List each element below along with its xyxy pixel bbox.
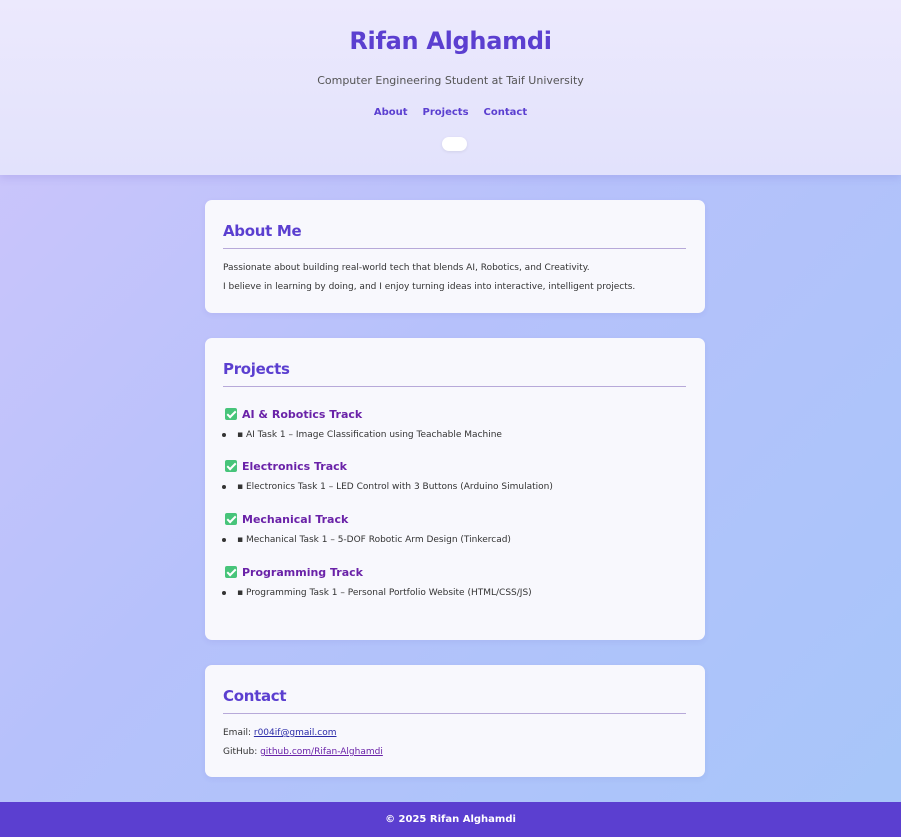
footer-text: © 2025 Rifan Alghamdi (385, 814, 516, 825)
contact-email-row: Email: r004if@gmail.com (223, 724, 686, 743)
nav-link-about[interactable]: About (374, 107, 408, 118)
main-nav: About Projects Contact (0, 107, 901, 118)
track-programming: Programming Track ▪ Programming Task 1 –… (222, 564, 686, 601)
track-mechanical: Mechanical Track ▪ Mechanical Task 1 – 5… (222, 511, 686, 548)
task-item: ▪ Electronics Task 1 – LED Control with … (222, 479, 686, 495)
track-title: Programming Track (223, 564, 686, 580)
check-icon (225, 408, 237, 420)
task-item: ▪ Mechanical Task 1 – 5-DOF Robotic Arm … (222, 532, 686, 548)
site-header: Rifan Alghamdi Computer Engineering Stud… (0, 0, 901, 175)
about-card: About Me Passionate about building real-… (205, 200, 705, 313)
email-link[interactable]: r004if@gmail.com (254, 728, 337, 738)
nav-link-projects[interactable]: Projects (423, 107, 469, 118)
github-label: GitHub: (223, 747, 261, 757)
nav-link-contact[interactable]: Contact (484, 107, 528, 118)
site-footer: © 2025 Rifan Alghamdi (0, 802, 901, 837)
about-text-line-2: I believe in learning by doing, and I en… (223, 282, 636, 292)
track-title: Electronics Track (223, 458, 686, 474)
track-ai-robotics: AI & Robotics Track ▪ AI Task 1 – Image … (222, 406, 686, 443)
track-electronics: Electronics Track ▪ Electronics Task 1 –… (222, 458, 686, 495)
theme-toggle-button[interactable] (442, 137, 467, 151)
github-link[interactable]: github.com/Rifan-Alghamdi (260, 747, 383, 757)
task-item: ▪ AI Task 1 – Image Classification using… (222, 427, 686, 443)
check-icon (225, 513, 237, 525)
projects-heading: Projects (223, 338, 686, 387)
contact-card: Contact Email: r004if@gmail.com GitHub: … (205, 665, 705, 777)
about-text-line-1: Passionate about building real-world tec… (223, 263, 590, 273)
check-icon (225, 566, 237, 578)
track-title-text: Mechanical Track (242, 512, 349, 526)
about-heading: About Me (223, 200, 686, 249)
contact-heading: Contact (223, 665, 686, 714)
track-title: AI & Robotics Track (223, 406, 686, 422)
track-title-text: AI & Robotics Track (242, 407, 363, 421)
track-title: Mechanical Track (223, 511, 686, 527)
check-icon (225, 460, 237, 472)
projects-card: Projects AI & Robotics Track ▪ AI Task 1… (205, 338, 705, 640)
task-item: ▪ Programming Task 1 – Personal Portfoli… (222, 585, 686, 601)
site-subtitle: Computer Engineering Student at Taif Uni… (317, 74, 584, 87)
contact-github-row: GitHub: github.com/Rifan-Alghamdi (223, 743, 686, 762)
site-title: Rifan Alghamdi (349, 27, 552, 55)
track-title-text: Programming Track (242, 565, 363, 579)
track-title-text: Electronics Track (242, 459, 347, 473)
email-label: Email: (223, 728, 254, 738)
